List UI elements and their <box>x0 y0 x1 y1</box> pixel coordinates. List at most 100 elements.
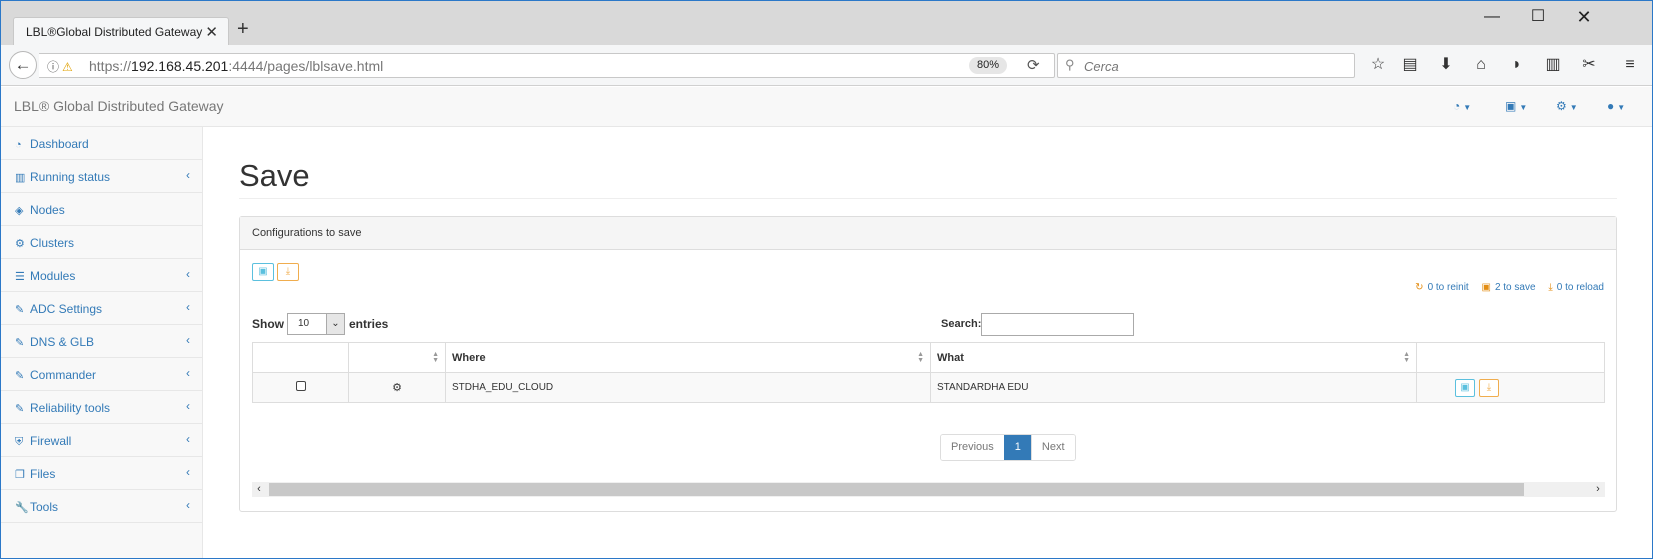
pocket-icon[interactable]: ◗ <box>1506 55 1528 75</box>
save-counter[interactable]: ▣ 2 to save <box>1481 282 1535 293</box>
clipboard-icon[interactable]: ▤ <box>1399 55 1421 75</box>
sidebar-item-clusters[interactable]: ⚙ Clusters <box>1 226 202 259</box>
dashboard-menu-button[interactable]: ◔ ▼ <box>1453 99 1471 113</box>
column-header-select[interactable] <box>252 342 349 373</box>
previous-page-button[interactable]: Previous <box>941 435 1004 460</box>
user-icon: ● <box>1607 99 1615 113</box>
page-1-button[interactable]: 1 <box>1003 435 1032 460</box>
column-header-type[interactable]: ▲ ▼ <box>348 342 446 373</box>
brand-title[interactable]: LBL® Global Distributed Gateway <box>14 98 224 114</box>
sidebar-item-dns-glb[interactable]: ✎ DNS & GLB ‹ <box>1 325 202 358</box>
table-row: ⚙ STDHA_EDU_CLOUD STANDARDHA EDU ▣ ⤓ <box>252 372 1605 403</box>
sidebar-item-label: Dashboard <box>30 137 89 151</box>
zoom-indicator[interactable]: 80% <box>969 57 1007 74</box>
scroll-left-icon[interactable]: ‹ <box>252 482 266 497</box>
maximize-icon[interactable]: ☐ <box>1515 5 1561 29</box>
wrench-icon: 🔧 <box>15 502 29 514</box>
next-page-button[interactable]: Next <box>1031 435 1075 460</box>
sidebar-item-label: Tools <box>30 500 59 514</box>
sidebar-item-running-status[interactable]: ▥ Running status ‹ <box>1 160 202 193</box>
panel-heading: Configurations to save <box>240 217 1616 250</box>
star-icon[interactable]: ☆ <box>1367 55 1389 75</box>
table-search-input[interactable] <box>981 313 1134 336</box>
reload-icon[interactable]: ⟳ <box>1027 56 1040 74</box>
entries-label: entries <box>349 317 389 331</box>
dashboard-icon: ◔ <box>15 139 22 151</box>
browser-navbar: ⓘ ⚠ https://192.168.45.201:4444/pages/lbl… <box>1 45 1652 86</box>
chevron-left-icon: ‹ <box>186 333 190 347</box>
settings-menu-button[interactable]: ⚙ ▼ <box>1556 99 1578 113</box>
configurations-table: ▲ ▼ Where ▲ ▼ What ▲ ▼ ⚙ STDHA_EDU_CLOUD STAN… <box>252 342 1605 403</box>
edit-icon: ✎ <box>15 370 25 382</box>
save-menu-button[interactable]: ▣ ▼ <box>1505 99 1527 113</box>
screenshot-icon[interactable]: ✂ <box>1578 55 1600 75</box>
chevron-left-icon: ‹ <box>186 168 190 182</box>
sidebar-item-firewall[interactable]: ⛨ Firewall ‹ <box>1 424 202 457</box>
scroll-right-icon[interactable]: › <box>1591 482 1605 497</box>
chevron-left-icon: ‹ <box>186 366 190 380</box>
insecure-warning-icon: ⚠ <box>62 60 73 74</box>
sort-icon: ▲ ▼ <box>917 351 924 364</box>
chevron-left-icon: ‹ <box>186 300 190 314</box>
title-bar: LBL®Global Distributed Gateway ✕ + — ☐ ✕ <box>1 1 1652 46</box>
sidebar-item-label: Clusters <box>30 236 75 250</box>
url-text[interactable]: https://192.168.45.201:4444/pages/lblsav… <box>89 58 383 74</box>
back-button[interactable]: ← <box>9 51 37 79</box>
home-icon[interactable]: ⌂ <box>1470 55 1492 75</box>
title-divider <box>239 198 1617 199</box>
sidebar-item-nodes[interactable]: ◈ Nodes <box>1 193 202 226</box>
column-header-what[interactable]: What ▲ ▼ <box>930 342 1417 373</box>
reload-all-button[interactable]: ⤓ <box>277 263 299 281</box>
row-checkbox[interactable] <box>295 381 306 391</box>
new-tab-button[interactable]: + <box>237 18 249 40</box>
sidebar-item-reliability-tools[interactable]: ✎ Reliability tools ‹ <box>1 391 202 424</box>
browser-window: LBL®Global Distributed Gateway ✕ + — ☐ ✕… <box>0 0 1653 559</box>
browser-tab[interactable]: LBL®Global Distributed Gateway ✕ <box>13 17 229 46</box>
column-header-where[interactable]: Where ▲ ▼ <box>445 342 931 373</box>
search-label: Search: <box>941 318 982 330</box>
sidebar-item-modules[interactable]: ☰ Modules ‹ <box>1 259 202 292</box>
cube-icon: ◈ <box>15 205 24 217</box>
minimize-icon[interactable]: — <box>1469 5 1515 29</box>
chevron-left-icon: ‹ <box>186 399 190 413</box>
bar-chart-icon: ▥ <box>15 172 26 184</box>
row-save-button[interactable]: ▣ <box>1455 379 1475 397</box>
save-icon: ▣ <box>1505 99 1517 113</box>
tab-close-icon[interactable]: ✕ <box>205 23 218 41</box>
sidebar-item-label: Modules <box>30 269 76 283</box>
page-length-select[interactable]: 10 ⌄ <box>287 313 345 335</box>
sidebar-item-tools[interactable]: 🔧Tools ‹ <box>1 490 202 523</box>
edit-icon: ✎ <box>15 337 25 349</box>
sidebar-item-label: Nodes <box>30 203 65 217</box>
row-reload-button[interactable]: ⤓ <box>1479 379 1499 397</box>
close-window-icon[interactable]: ✕ <box>1561 5 1607 29</box>
sidebar-item-commander[interactable]: ✎ Commander ‹ <box>1 358 202 391</box>
browser-search-field[interactable]: ⚲ Cerca <box>1057 53 1355 78</box>
scrollbar-thumb[interactable] <box>269 483 1524 496</box>
download-icon[interactable]: ⬇ <box>1435 55 1457 75</box>
url-bar[interactable]: ⓘ ⚠ https://192.168.45.201:4444/pages/lbl… <box>39 53 1055 78</box>
sidebar-item-files[interactable]: ❐ Files ‹ <box>1 457 202 490</box>
files-icon: ❐ <box>15 469 25 481</box>
sidebar-item-dashboard[interactable]: ◔ Dashboard <box>1 127 202 160</box>
sort-icon: ▲ ▼ <box>432 351 439 364</box>
download-icon: ⤓ <box>285 266 291 277</box>
sidebar-item-label: Firewall <box>30 434 72 448</box>
reload-counter[interactable]: ⤓ 0 to reload <box>1548 282 1604 293</box>
row-what-cell: STANDARDHA EDU <box>930 372 1417 403</box>
reinit-counter[interactable]: ↻ 0 to reinit <box>1415 282 1469 293</box>
library-icon[interactable]: ▥ <box>1542 55 1564 75</box>
search-placeholder: Cerca <box>1084 59 1119 74</box>
save-all-button[interactable]: ▣ <box>252 263 274 281</box>
site-info-icon[interactable]: ⓘ ⚠ <box>47 58 73 75</box>
chevron-left-icon: ‹ <box>186 267 190 281</box>
download-icon: ⤓ <box>1486 382 1492 393</box>
horizontal-scrollbar[interactable]: ‹ › <box>252 482 1605 497</box>
dashboard-icon: ◔ <box>1453 99 1461 113</box>
user-menu-button[interactable]: ● ▼ <box>1607 99 1625 113</box>
menu-icon[interactable]: ≡ <box>1619 55 1641 75</box>
download-icon: ⤓ <box>1548 282 1553 293</box>
sidebar-item-label: Files <box>30 467 56 481</box>
sidebar-item-adc-settings[interactable]: ✎ ADC Settings ‹ <box>1 292 202 325</box>
chevron-left-icon: ‹ <box>186 498 190 512</box>
